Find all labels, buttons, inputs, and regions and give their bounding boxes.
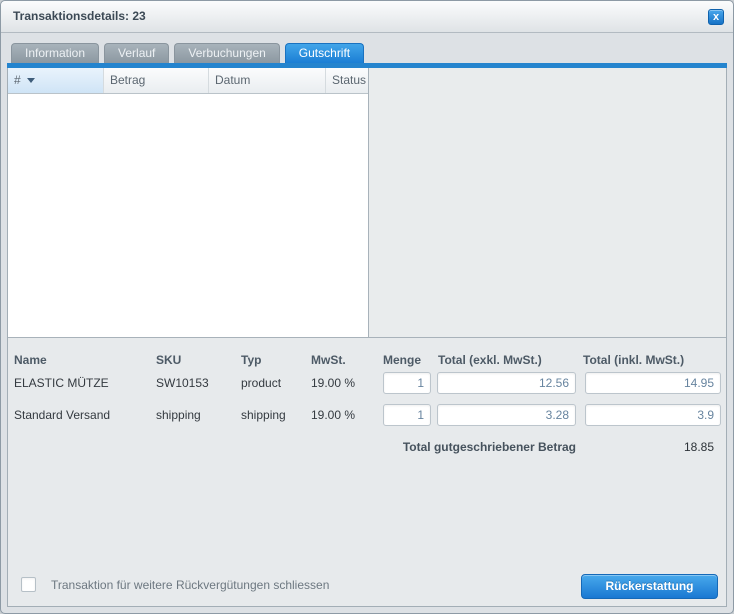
total-incl-input[interactable] [585, 372, 721, 394]
column-header-betrag[interactable]: Betrag [104, 68, 209, 93]
item-row-typ: product [241, 372, 281, 394]
credits-grid: # Betrag Datum Status [8, 68, 369, 338]
credits-grid-header: # Betrag Datum Status [8, 68, 368, 94]
tab-gutschrift[interactable]: Gutschrift [285, 43, 364, 63]
item-row-mwst: 19.00 % [311, 372, 355, 394]
transaction-details-window: Transaktionsdetails: 23 x Information Ve… [0, 0, 734, 614]
items-header-name: Name [14, 353, 47, 367]
quantity-input[interactable] [383, 372, 431, 394]
item-row-typ: shipping [241, 404, 286, 426]
item-row-sku: SW10153 [156, 372, 209, 394]
close-transaction-checkbox[interactable] [21, 577, 36, 592]
items-header-total-incl: Total (inkl. MwSt.) [583, 353, 684, 367]
column-header-number[interactable]: # [8, 68, 104, 93]
close-icon[interactable]: x [708, 9, 724, 25]
items-header-mwst: MwSt. [311, 353, 346, 367]
detail-side-panel [369, 68, 726, 338]
total-credited-value: 18.85 [608, 440, 714, 454]
items-header-menge: Menge [383, 353, 421, 367]
total-incl-input[interactable] [585, 404, 721, 426]
sort-desc-icon [27, 78, 35, 83]
tab-verbuchungen[interactable]: Verbuchungen [174, 43, 279, 63]
tab-bar: Information Verlauf Verbuchungen Gutschr… [11, 43, 364, 63]
total-excl-input[interactable] [437, 372, 576, 394]
column-header-number-label: # [14, 68, 21, 93]
close-transaction-checkbox-label: Transaktion für weitere Rückvergütungen … [51, 577, 329, 593]
window-titlebar: Transaktionsdetails: 23 x [1, 1, 733, 33]
item-row-name: Standard Versand [14, 404, 110, 426]
column-header-status[interactable]: Status [326, 68, 368, 93]
total-credited-label: Total gutgeschriebener Betrag [298, 440, 576, 454]
refund-button[interactable]: Rückerstattung [581, 574, 718, 599]
items-header-total-excl: Total (exkl. MwSt.) [438, 353, 542, 367]
window-title: Transaktionsdetails: 23 [13, 1, 146, 32]
tab-verlauf[interactable]: Verlauf [104, 43, 169, 63]
item-row-sku: shipping [156, 404, 201, 426]
column-header-datum[interactable]: Datum [209, 68, 326, 93]
item-row-mwst: 19.00 % [311, 404, 355, 426]
total-excl-input[interactable] [437, 404, 576, 426]
items-header-sku: SKU [156, 353, 181, 367]
gutschrift-tab-content: # Betrag Datum Status Name SKU Typ MwSt.… [7, 68, 727, 607]
items-header-typ: Typ [241, 353, 261, 367]
tab-information[interactable]: Information [11, 43, 99, 63]
quantity-input[interactable] [383, 404, 431, 426]
item-row-name: ELASTIC MÜTZE [14, 372, 109, 394]
